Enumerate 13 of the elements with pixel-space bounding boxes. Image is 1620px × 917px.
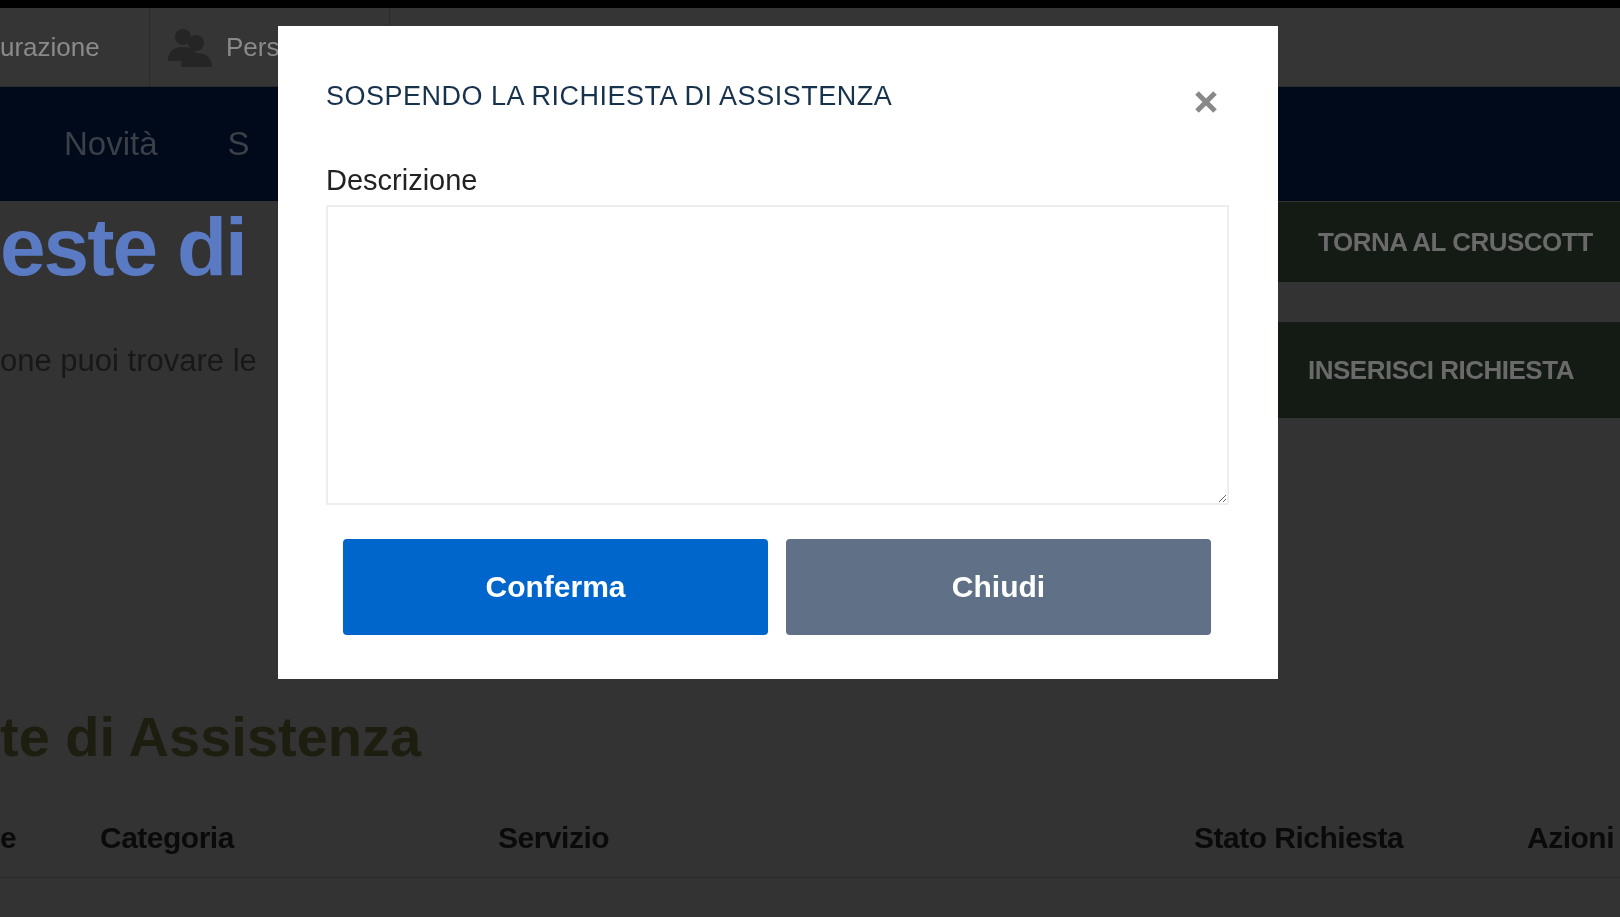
description-field[interactable] [326, 205, 1229, 505]
action-button[interactable]: INSERISCI RICHIESTA [1278, 322, 1620, 418]
close-button[interactable]: Chiudi [786, 539, 1211, 635]
top-menu-item[interactable]: urazione [0, 31, 100, 63]
confirm-button[interactable]: Conferma [343, 539, 768, 635]
nav-item[interactable]: Novità [64, 125, 158, 163]
close-icon[interactable] [1194, 90, 1218, 114]
nav-item[interactable]: S [227, 125, 250, 163]
modal-title: SOSPENDO LA RICHIESTA DI ASSISTENZA [326, 80, 893, 112]
top-menu-item[interactable]: Pers [226, 31, 280, 63]
field-label: Descrizione [326, 164, 479, 197]
action-button[interactable]: TORNA AL CRUSCOTT [1278, 202, 1620, 282]
page-title: este di [0, 201, 247, 293]
